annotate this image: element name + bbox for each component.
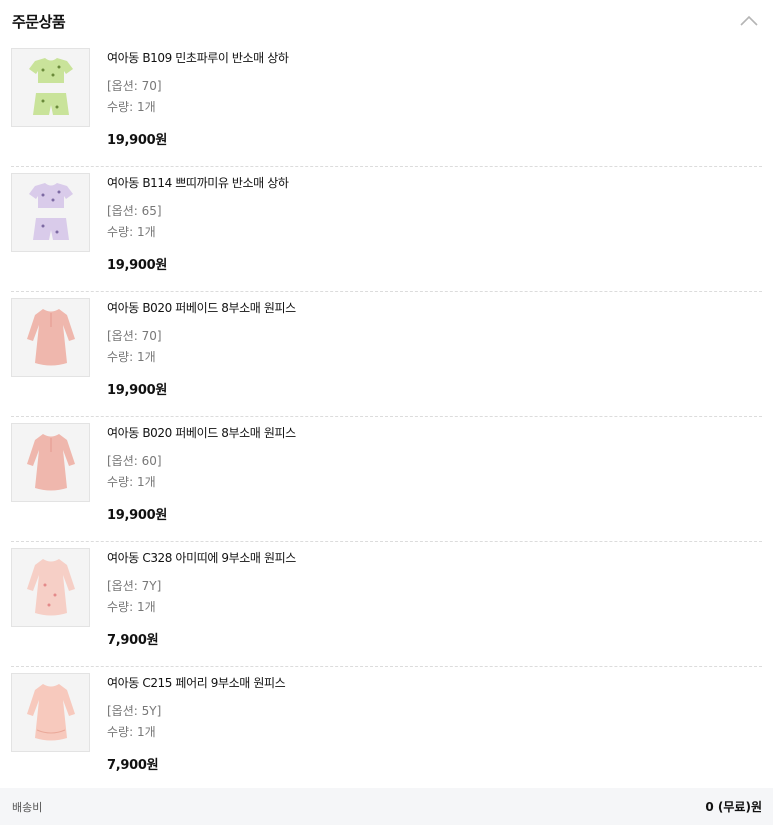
product-quantity: 수량: 1개 xyxy=(107,725,156,739)
product-quantity: 수량: 1개 xyxy=(107,100,156,114)
product-price: 19,900원 xyxy=(107,258,168,273)
dress-icon xyxy=(26,558,75,615)
product-quantity: 수량: 1개 xyxy=(107,225,156,239)
dress-icon xyxy=(26,433,75,490)
product-price: 19,900원 xyxy=(107,133,168,148)
product-option: [옵션: 70] xyxy=(107,79,162,93)
order-item: 여아동 C215 페어리 9부소매 원피스 [옵션: 5Y] 수량: 1개 7,… xyxy=(11,667,762,792)
product-thumbnail[interactable] xyxy=(11,673,90,752)
order-items-header: 주문상품 xyxy=(0,0,773,42)
product-name[interactable]: 여아동 B114 쁘띠까미유 반소매 상하 xyxy=(107,174,289,193)
product-option: [옵션: 65] xyxy=(107,204,162,218)
product-option: [옵션: 60] xyxy=(107,454,162,468)
product-thumbnail[interactable] xyxy=(11,48,90,127)
product-price: 7,900원 xyxy=(107,633,159,648)
shipping-fee-row: 배송비 0 (무료)원 xyxy=(0,788,773,825)
shipping-value: 0 (무료)원 xyxy=(705,800,762,814)
order-item-list: 여아동 B109 민초파루이 반소매 상하 [옵션: 70] 수량: 1개 19… xyxy=(0,42,773,792)
product-quantity: 수량: 1개 xyxy=(107,350,156,364)
product-name[interactable]: 여아동 B109 민초파루이 반소매 상하 xyxy=(107,49,289,68)
product-name[interactable]: 여아동 C215 페어리 9부소매 원피스 xyxy=(107,674,286,693)
order-item: 여아동 B020 퍼베이드 8부소매 원피스 [옵션: 60] 수량: 1개 1… xyxy=(11,417,762,542)
order-item: 여아동 B114 쁘띠까미유 반소매 상하 [옵션: 65] 수량: 1개 19… xyxy=(11,167,762,292)
product-price: 19,900원 xyxy=(107,508,168,523)
product-quantity: 수량: 1개 xyxy=(107,600,156,614)
product-thumbnail[interactable] xyxy=(11,173,90,252)
order-item: 여아동 B020 퍼베이드 8부소매 원피스 [옵션: 70] 수량: 1개 1… xyxy=(11,292,762,417)
product-price: 19,900원 xyxy=(107,383,168,398)
product-name[interactable]: 여아동 C328 아미띠에 9부소매 원피스 xyxy=(107,549,296,568)
product-name[interactable]: 여아동 B020 퍼베이드 8부소매 원피스 xyxy=(107,299,296,318)
collapse-button[interactable] xyxy=(739,10,761,32)
product-quantity: 수량: 1개 xyxy=(107,475,156,489)
product-option: [옵션: 70] xyxy=(107,329,162,343)
order-item: 여아동 B109 민초파루이 반소매 상하 [옵션: 70] 수량: 1개 19… xyxy=(11,42,762,167)
section-title: 주문상품 xyxy=(12,12,66,31)
clothing-set-icon xyxy=(28,182,73,240)
clothing-set-icon xyxy=(28,57,73,115)
dress-icon xyxy=(26,308,75,365)
order-item: 여아동 C328 아미띠에 9부소매 원피스 [옵션: 7Y] 수량: 1개 7… xyxy=(11,542,762,667)
product-price: 7,900원 xyxy=(107,758,159,773)
product-option: [옵션: 5Y] xyxy=(107,704,162,718)
dress-icon xyxy=(26,683,75,740)
product-option: [옵션: 7Y] xyxy=(107,579,162,593)
shipping-label: 배송비 xyxy=(12,800,43,814)
product-thumbnail[interactable] xyxy=(11,548,90,627)
product-name[interactable]: 여아동 B020 퍼베이드 8부소매 원피스 xyxy=(107,424,296,443)
chevron-up-icon xyxy=(740,15,758,26)
product-thumbnail[interactable] xyxy=(11,423,90,502)
product-thumbnail[interactable] xyxy=(11,298,90,377)
